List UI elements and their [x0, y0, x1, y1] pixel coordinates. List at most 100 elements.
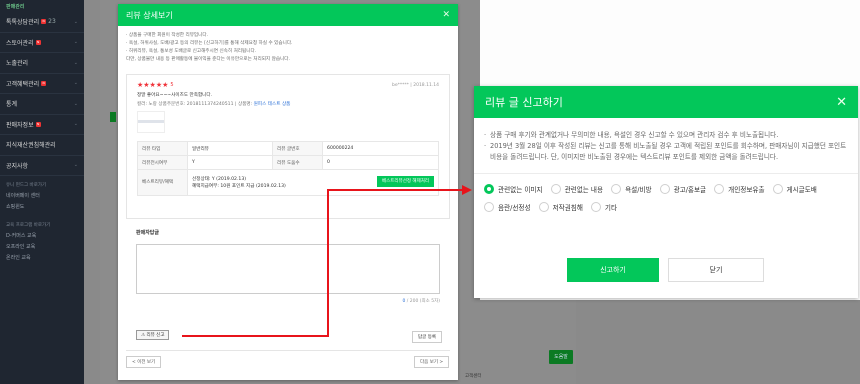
modal-actions: 신고하기 닫기: [567, 258, 764, 282]
star-rating: ★★★★★: [137, 81, 169, 89]
sidebar-item-exposure[interactable]: 노출관리 ⌄: [0, 53, 84, 74]
seller-reply-section: 판매자답글 0 / 200 (최소 5자): [126, 229, 450, 304]
sidebar-item-label: 지식재산권침해관리: [6, 142, 56, 150]
close-icon[interactable]: ✕: [836, 95, 847, 110]
reason-option[interactable]: 관련없는 이미지: [484, 184, 543, 194]
table-header-cell: 리뷰 타입: [137, 141, 188, 156]
chevron-down-icon: ⌄: [73, 100, 78, 107]
close-icon[interactable]: ✕: [442, 10, 450, 20]
notice-line: · 욕설, 허위사실, 도배/광고 등의 리뷰는 [신고하기]를 통해 삭제요청…: [126, 41, 293, 46]
sidebar-item-label: 고객혜택관리: [6, 80, 40, 88]
sidebar-item-label: 통계: [6, 101, 18, 109]
reason-option[interactable]: 저작권침해: [538, 202, 583, 212]
radio-icon[interactable]: [659, 184, 670, 194]
radio-icon[interactable]: [550, 184, 561, 194]
radio-icon[interactable]: [714, 184, 725, 194]
radio-icon[interactable]: [484, 202, 494, 212]
modal-title: 리뷰 상세보기: [126, 10, 173, 20]
notice-line: 다만, 상품불만 내용 등 판매활동에 불이익을 준다는 이유만으로는 처리되지…: [126, 57, 290, 62]
sidebar-item-talk[interactable]: 톡톡상담관리 N 23 ⌄: [0, 12, 84, 33]
next-review-button[interactable]: 다음 보기 >: [414, 356, 450, 368]
reason-option[interactable]: 게시글도배: [772, 184, 817, 194]
reason-label: 저작권침해: [552, 204, 583, 212]
report-notice: 상품 구매 후기와 관계없거나 무의미한 내용, 욕설인 경우 신고할 수 있으…: [474, 118, 858, 163]
help-button[interactable]: 도움말: [549, 350, 573, 364]
sidebar-item-seller-info[interactable]: 판매자정보 N ⌄: [0, 115, 84, 135]
sidebar-group-title: 교육 프로그램 바로가기: [6, 223, 51, 228]
reason-option[interactable]: 음란/선정성: [484, 202, 531, 212]
reason-option[interactable]: 관련없는 내용: [550, 184, 604, 194]
reason-option[interactable]: 기타: [590, 202, 617, 212]
review-detail-modal: 리뷰 상세보기 ✕ · 상품을 구매한 회원이 작성한 리뷰입니다. · 욕설,…: [118, 4, 458, 380]
sidebar-link[interactable]: 온라인 교육: [0, 252, 84, 263]
sidebar-item-label: 톡톡상담관리: [6, 19, 40, 27]
modal-title: 리뷰 글 신고하기: [485, 96, 563, 109]
sidebar-item-notice[interactable]: 공지사항 ⌄: [0, 156, 84, 176]
best-review-release-button[interactable]: 베스트리뷰선정 해제처리: [377, 175, 434, 187]
sidebar-item-ip[interactable]: 지식재산권침해관리: [0, 135, 84, 156]
reply-submit-button[interactable]: 답글 등록: [412, 331, 442, 343]
chevron-down-icon: ⌄: [73, 121, 78, 128]
reason-label: 음란/선정성: [498, 204, 531, 212]
table-row: 베스트리뷰/혜택 베스트리뷰선정 해제처리 선정상태: Y (2019.02.1…: [137, 169, 439, 196]
reason-option[interactable]: 개인정보유출: [714, 184, 765, 194]
sidebar-item-label: 노출관리: [6, 60, 29, 68]
table-cell: 0: [322, 155, 439, 170]
reason-label: 관련없는 이미지: [498, 186, 543, 194]
chevron-down-icon: ⌄: [73, 39, 78, 46]
report-review-modal: 리뷰 글 신고하기 ✕ 상품 구매 후기와 관계없거나 무의미한 내용, 욕설인…: [474, 86, 858, 298]
sidebar-link[interactable]: 네이버페이 센터: [0, 190, 84, 201]
product-link[interactable]: 원피스 테스트 상품: [254, 102, 291, 107]
reason-option[interactable]: 광고/홍보글: [659, 184, 706, 194]
review-content: 정말 좋아요~~~사이즈도 만족합니다.: [137, 93, 213, 98]
annotation-line: [182, 335, 329, 337]
reply-count-limit: / 200 (최소 5자): [405, 299, 440, 304]
sidebar-item-label: 스토어관리: [6, 39, 34, 47]
radio-icon[interactable]: [590, 202, 601, 212]
report-review-button[interactable]: ⚠ 리뷰 신고: [136, 330, 170, 340]
new-badge: N: [35, 121, 41, 127]
chevron-down-icon: ⌄: [73, 80, 78, 87]
radio-icon[interactable]: [772, 184, 783, 194]
prev-review-button[interactable]: < 이전 보기: [126, 356, 162, 368]
review-info-table: 리뷰 타입 일반리뷰 리뷰 글번호 600000224 리뷰전시여부 Y 리뷰 …: [137, 141, 439, 196]
table-header-cell: 리뷰 글번호: [272, 141, 324, 156]
table-row: 리뷰전시여부 Y 리뷰 도움수 0: [137, 155, 439, 170]
modal-header: 리뷰 상세보기 ✕: [118, 4, 458, 26]
modal-header: 리뷰 글 신고하기 ✕: [474, 86, 858, 118]
radio-icon[interactable]: [538, 202, 549, 212]
sidebar-group-title: 유니 펀드그 바로가기: [6, 183, 47, 188]
submit-report-button[interactable]: 신고하기: [567, 258, 659, 282]
background-footer-text: 고객센터: [465, 374, 482, 379]
chevron-down-icon: ⌄: [73, 18, 78, 25]
notice-line: 2019년 3월 28일 이후 작성된 리뷰는 신고를 통해 비노출될 경우 고…: [484, 141, 848, 163]
new-badge: N: [41, 19, 47, 25]
reply-char-count: 0 / 200 (최소 5자): [136, 298, 441, 304]
table-header-cell: 리뷰전시여부: [137, 155, 188, 170]
annotation-line: [327, 189, 463, 191]
reason-option[interactable]: 욕설/비방: [611, 184, 652, 194]
sidebar-item-store[interactable]: 스토어관리 N ⌄: [0, 33, 84, 53]
author-date: be***** | 2018.11.14: [391, 82, 439, 88]
close-button[interactable]: 닫기: [668, 258, 764, 282]
table-header-cell: 리뷰 도움수: [272, 155, 324, 170]
sidebar-link[interactable]: 쇼핑윈도: [0, 201, 84, 212]
reason-label: 관련없는 내용: [564, 186, 604, 194]
new-badge: N: [35, 39, 41, 45]
sidebar-top-label: 판매관리: [6, 4, 25, 10]
notice-line: · 상품을 구매한 회원이 작성한 리뷰입니다.: [126, 33, 209, 38]
radio-selected-icon[interactable]: [484, 184, 494, 194]
chevron-down-icon: ⌄: [73, 59, 78, 66]
radio-icon[interactable]: [611, 184, 622, 194]
report-reason-group: 관련없는 이미지 관련없는 내용 욕설/비방 광고/홍보글 개인정보유출 게시글…: [474, 174, 858, 212]
sidebar-link[interactable]: D-커머스 교육: [0, 230, 84, 241]
reason-label: 게시글도배: [786, 186, 817, 194]
sidebar-item-stats[interactable]: 통계 ⌄: [0, 94, 84, 115]
best-review-cell: 베스트리뷰선정 해제처리 선정상태: Y (2019.02.13) 혜택지급여부…: [187, 169, 439, 196]
reply-textarea[interactable]: [136, 244, 440, 294]
review-image-thumbnail[interactable]: [137, 111, 165, 133]
sidebar-link[interactable]: 오프라인 교육: [0, 241, 84, 252]
notice-line: 상품 구매 후기와 관계없거나 무의미한 내용, 욕설인 경우 신고할 수 있으…: [484, 130, 848, 141]
sidebar-item-benefit[interactable]: 고객혜택관리 N ⌄: [0, 74, 84, 94]
sidebar-item-label: 판매자정보: [6, 121, 34, 129]
